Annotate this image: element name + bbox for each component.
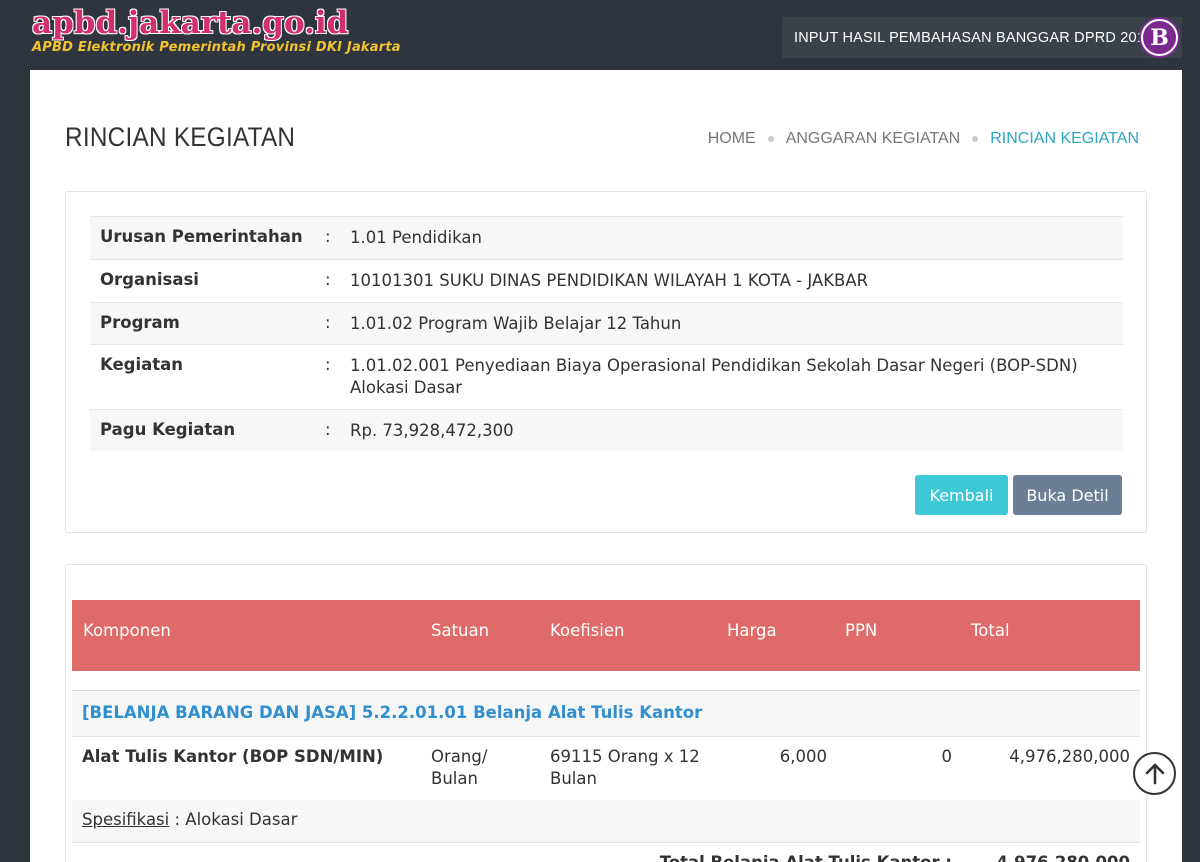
total-label: Total Belanja Alat Tulis Kantor :: [660, 853, 952, 862]
breadcrumb-anggaran[interactable]: ANGGARAN KEGIATAN: [786, 130, 961, 148]
info-colon: :: [325, 313, 331, 332]
breadcrumb-separator: [972, 136, 979, 142]
info-value: 10101301 SUKU DINAS PENDIDIKAN WILAYAH 1…: [350, 271, 869, 290]
table-header: Komponen Satuan Koefisien Harga PPN Tota…: [72, 600, 1140, 671]
cell-satuan-line1: Orang/: [431, 747, 488, 766]
spec-row: Spesifikasi : Alokasi Dasar: [72, 800, 1140, 842]
open-detail-button[interactable]: Buka Detil: [1013, 475, 1122, 515]
info-colon: :: [325, 355, 331, 374]
spec-text: Spesifikasi : Alokasi Dasar: [82, 810, 297, 829]
total-value: 4,976,280,000: [996, 853, 1130, 862]
info-value: 1.01.02 Program Wajib Belajar 12 Tahun: [350, 314, 682, 333]
info-row-organisasi: Organisasi : 10101301 SUKU DINAS PENDIDI…: [90, 259, 1123, 302]
column-header-harga: Harga: [727, 621, 777, 640]
info-colon: :: [325, 227, 331, 246]
column-header-komponen: Komponen: [83, 621, 171, 640]
info-label: Program: [100, 313, 180, 332]
main-content: RINCIAN KEGIATAN HOME ANGGARAN KEGIATAN …: [30, 70, 1182, 862]
info-value: 1.01.02.001 Penyediaan Biaya Operasional…: [350, 356, 1078, 397]
group-title-link[interactable]: [BELANJA BARANG DAN JASA] 5.2.2.01.01 Be…: [82, 703, 702, 722]
site-logo[interactable]: apbd.jakarta.go.id APBD Elektronik Pemer…: [32, 4, 401, 55]
logo-title: apbd.jakarta.go.id: [32, 5, 349, 41]
scroll-to-top-button[interactable]: [1133, 752, 1176, 795]
cell-harga: 6,000: [779, 747, 827, 766]
cell-ppn: 0: [941, 747, 953, 766]
spec-label: Spesifikasi: [82, 810, 170, 829]
logo-subtitle: APBD Elektronik Pemerintah Provinsi DKI …: [32, 40, 401, 55]
cell-komponen: Alat Tulis Kantor (BOP SDN/MIN): [82, 747, 384, 766]
cell-koefisien-line2: Bulan: [550, 769, 597, 788]
cell-satuan-line2: Bulan: [431, 769, 478, 788]
breadcrumb-separator: [767, 136, 774, 142]
breadcrumb-home[interactable]: HOME: [708, 130, 756, 148]
info-row-urusan: Urusan Pemerintahan : 1.01 Pendidikan: [90, 216, 1123, 259]
info-label: Pagu Kegiatan: [100, 420, 236, 439]
breadcrumb: HOME ANGGARAN KEGIATAN RINCIAN KEGIATAN: [708, 130, 1139, 148]
info-row-kegiatan: Kegiatan : 1.01.02.001 Penyediaan Biaya …: [90, 344, 1123, 409]
info-label: Kegiatan: [100, 355, 184, 374]
module-bar: INPUT HASIL PEMBAHASAN BANGGAR DPRD 2018…: [782, 17, 1182, 58]
info-label: Urusan Pemerintahan: [100, 227, 303, 246]
page-title: RINCIAN KEGIATAN: [65, 122, 296, 152]
info-colon: :: [325, 420, 331, 439]
spec-value: : Alokasi Dasar: [169, 810, 298, 829]
group-row: [BELANJA BARANG DAN JASA] 5.2.2.01.01 Be…: [72, 691, 1140, 736]
info-table: Urusan Pemerintahan : 1.01 Pendidikan Or…: [90, 216, 1123, 451]
top-bar: apbd.jakarta.go.id APBD Elektronik Pemer…: [0, 0, 1200, 70]
info-panel: Urusan Pemerintahan : 1.01 Pendidikan Or…: [65, 191, 1147, 533]
user-avatar[interactable]: B: [1141, 19, 1178, 56]
column-header-satuan: Satuan: [431, 621, 490, 640]
info-value: Rp. 73,928,472,300: [350, 421, 514, 440]
column-header-ppn: PPN: [845, 621, 878, 640]
cell-koefisien-line1: 69115 Orang x 12: [550, 747, 700, 766]
back-button[interactable]: Kembali: [915, 475, 1008, 515]
column-header-koefisien: Koefisien: [550, 621, 625, 640]
info-label: Organisasi: [100, 270, 199, 289]
module-title: INPUT HASIL PEMBAHASAN BANGGAR DPRD 2018: [794, 29, 1154, 46]
column-header-total: Total: [971, 621, 1010, 640]
info-row-pagu: Pagu Kegiatan : Rp. 73,928,472,300: [90, 409, 1123, 451]
component-panel: Komponen Satuan Koefisien Harga PPN Tota…: [65, 564, 1147, 862]
info-value: 1.01 Pendidikan: [350, 228, 482, 247]
total-row: Total Belanja Alat Tulis Kantor : 4,976,…: [72, 842, 1140, 862]
table-row: Alat Tulis Kantor (BOP SDN/MIN) Orang/ B…: [72, 736, 1140, 800]
breadcrumb-current: RINCIAN KEGIATAN: [990, 130, 1139, 147]
cell-total: 4,976,280,000: [1009, 747, 1130, 766]
info-colon: :: [325, 270, 331, 289]
info-row-program: Program : 1.01.02 Program Wajib Belajar …: [90, 302, 1123, 344]
arrow-up-icon: [1145, 763, 1164, 784]
